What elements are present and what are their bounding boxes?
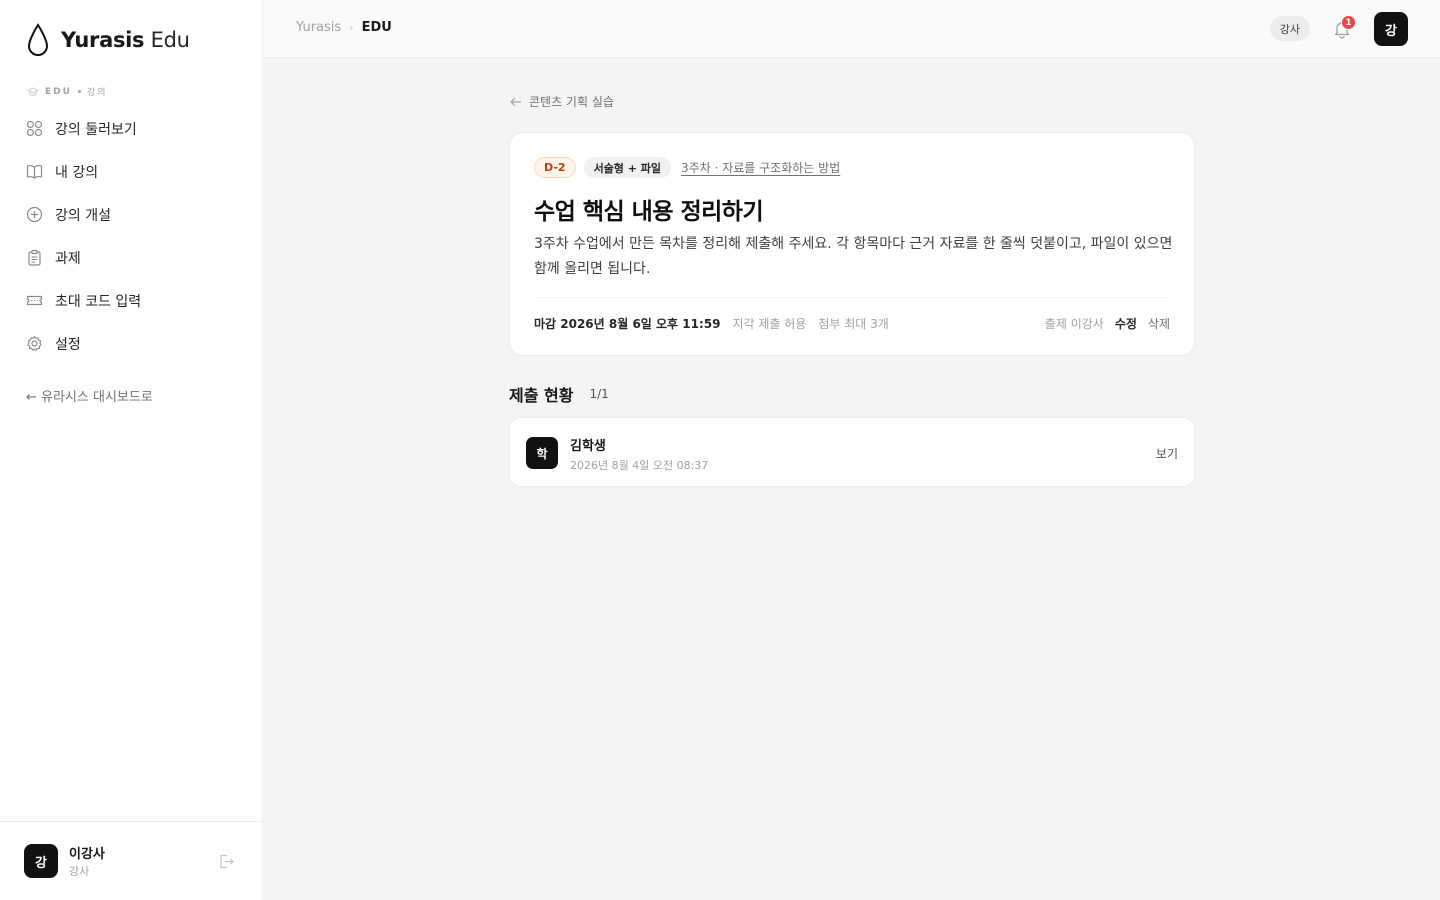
user-profile: 강 이강사 강사 [0,821,263,900]
sidebar-item-label: 초대 코드 입력 [55,293,142,310]
sidebar-item-label: 강의 둘러보기 [55,121,137,138]
top-bar: Yurasis › EDU 강사 1 강 [264,0,1440,58]
sidebar-item-label: 내 강의 [55,164,99,181]
breadcrumb-current: EDU [361,20,392,35]
assignment-card: D-2 서술형 + 파일 3주차 · 자료를 구조화하는 방법 수업 핵심 내용… [509,132,1195,356]
submission-type-badge: 서술형 + 파일 [583,157,672,178]
avatar[interactable]: 강 [24,844,58,878]
sidebar-item-label: 과제 [55,250,81,267]
deadline-badge: D-2 [534,157,576,178]
gear-icon [26,335,43,352]
clipboard-icon [26,249,43,266]
late-policy: 지각 제출 허용 [732,317,807,331]
notification-count-badge: 1 [1341,15,1356,30]
section-prefix: EDU [45,86,72,97]
author: 출제 이강사 [1044,317,1104,331]
week-link[interactable]: 3주차 · 자료를 구조화하는 방법 [681,159,840,176]
book-open-icon [26,163,43,180]
submitted-time: 2026년 8월 4일 오전 08:37 [570,459,709,472]
plus-circle-icon [26,206,43,223]
user-name: 이강사 [69,847,105,862]
submissions-title: 제출 현황 [509,386,574,405]
breadcrumb-root[interactable]: Yurasis [296,20,341,35]
sidebar: Yurasis Edu EDU 강의 강의 둘러보기 내 강의 강의 개설 과제… [0,0,263,900]
brand-name: Yurasis Edu [61,28,190,52]
submissions-header: 제출 현황 1/1 [509,382,609,406]
attachment-limit: 첨부 최대 3개 [818,317,889,331]
sidebar-item-create-course[interactable]: 강의 개설 [0,193,263,236]
section-separator [77,90,81,93]
sidebar-item-label: 설정 [55,336,81,353]
back-to-course-link[interactable]: 콘텐츠 기획 실습 [509,93,614,110]
list-item[interactable]: 학 김학생 2026년 8월 4일 오전 08:37 보기 [509,417,1195,487]
assignment-description: 3주차 수업에서 만든 목차를 정리해 제출해 주세요. 각 항목마다 근거 자… [534,236,1173,277]
grid-icon [26,120,43,137]
avatar: 학 [526,437,558,469]
back-to-dashboard-link[interactable]: ← 유라시스 대시보드로 [26,386,153,405]
due-date: 마감 2026년 8월 6일 오후 11:59 [534,317,721,331]
sidebar-item-settings[interactable]: 설정 [0,322,263,365]
sidebar-item-assignments[interactable]: 과제 [0,236,263,279]
nav-section-label: EDU 강의 [27,85,108,98]
sidebar-item-label: 강의 개설 [55,207,111,224]
sidebar-item-my-courses[interactable]: 내 강의 [0,150,263,193]
avatar[interactable]: 강 [1374,12,1408,46]
assignment-actions: 출제 이강사 수정 삭제 [1045,315,1170,332]
logout-icon[interactable] [218,853,235,870]
arrow-left-icon [510,97,521,106]
user-role: 강사 [69,865,90,878]
sidebar-nav: 강의 둘러보기 내 강의 강의 개설 과제 초대 코드 입력 설정 [0,107,263,365]
assignment-tags: D-2 서술형 + 파일 3주차 · 자료를 구조화하는 방법 [534,157,840,178]
sidebar-item-browse-courses[interactable]: 강의 둘러보기 [0,107,263,150]
edit-button[interactable]: 수정 [1115,315,1137,332]
section-suffix: 강의 [86,88,108,98]
role-badge[interactable]: 강사 [1269,16,1310,41]
breadcrumb: Yurasis › EDU [296,20,392,35]
assignment-title: 수업 핵심 내용 정리하기 [534,199,764,225]
water-drop-icon [25,22,51,58]
breadcrumb-separator: › [349,21,354,34]
ticket-icon [26,292,43,309]
sidebar-item-invite-code[interactable]: 초대 코드 입력 [0,279,263,322]
view-button[interactable]: 보기 [1156,445,1178,462]
submissions-count: 1/1 [589,387,609,401]
assignment-meta: 마감 2026년 8월 6일 오후 11:59 지각 제출 허용 첨부 최대 3… [534,315,889,332]
back-link-label: 콘텐츠 기획 실습 [529,95,614,109]
student-name: 김학생 [570,439,606,454]
divider [534,297,1170,298]
graduation-cap-icon [27,86,39,96]
delete-button[interactable]: 삭제 [1148,315,1170,332]
brand-logo-link[interactable]: Yurasis Edu [25,22,190,58]
